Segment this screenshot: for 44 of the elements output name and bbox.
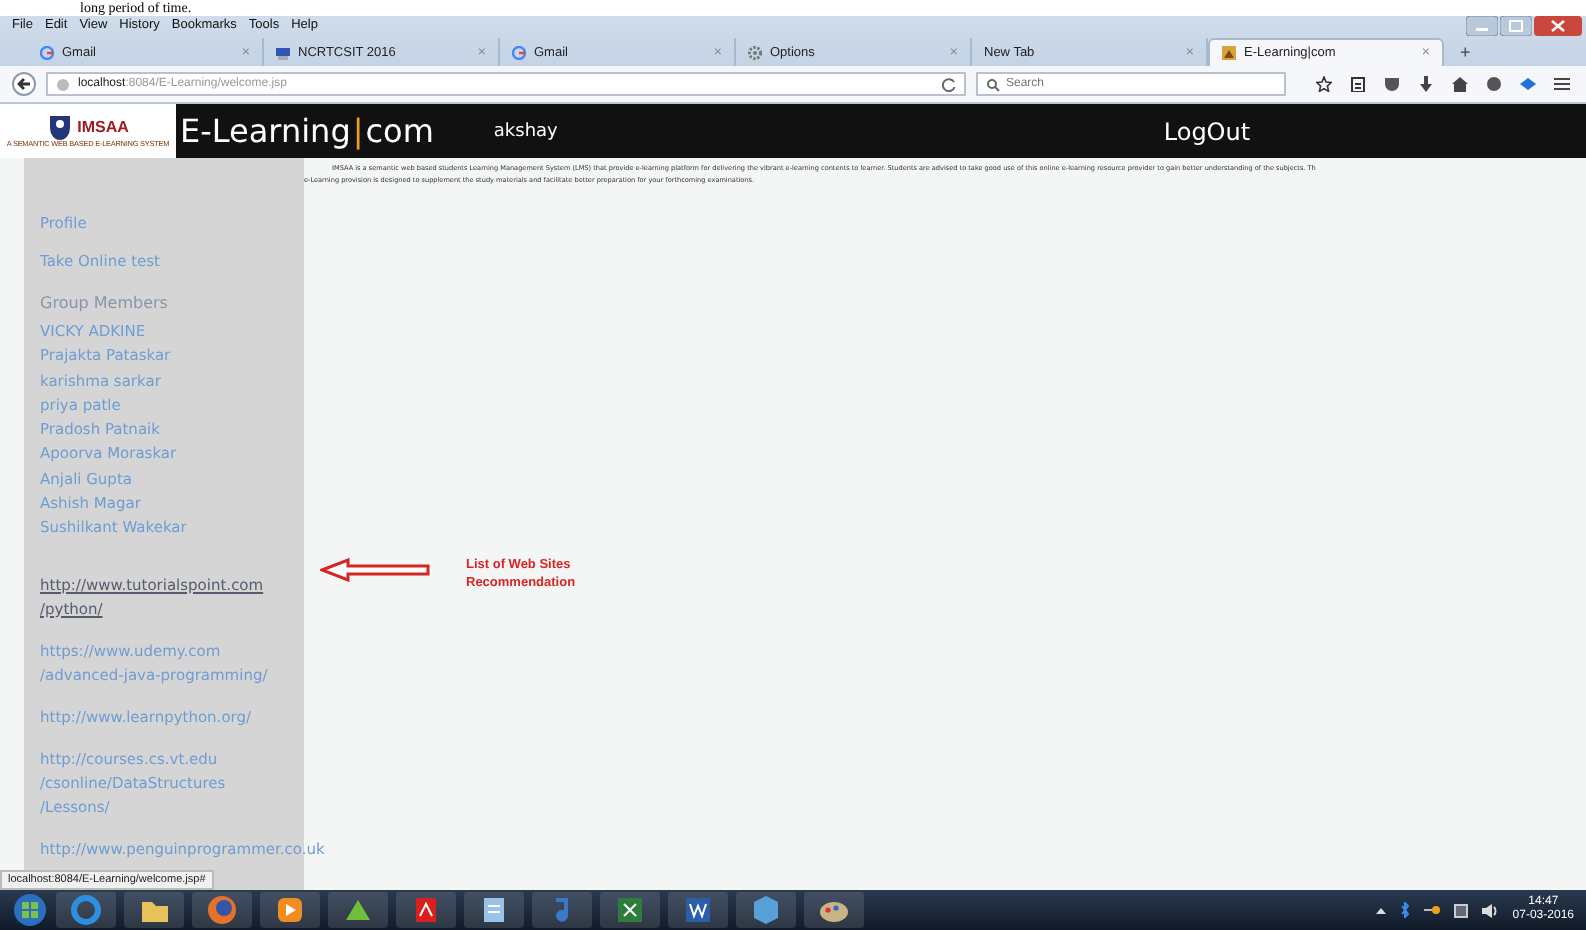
page-icon	[276, 45, 290, 59]
speaker-icon[interactable]	[1482, 903, 1499, 917]
site-title: com	[365, 112, 434, 150]
google-icon	[512, 45, 526, 59]
menu-icon[interactable]	[1554, 76, 1570, 92]
play-icon[interactable]	[260, 892, 320, 928]
power-icon[interactable]	[1424, 904, 1441, 916]
clipboard-icon[interactable]	[1350, 76, 1366, 92]
site-icon	[1222, 46, 1236, 60]
search-icon	[986, 77, 1000, 91]
close-button[interactable]	[1534, 16, 1582, 36]
download-icon[interactable]	[1418, 76, 1434, 92]
browser-icon[interactable]	[56, 892, 116, 928]
globe-icon	[56, 77, 70, 91]
minimize-button[interactable]	[1466, 16, 1498, 36]
document-icon[interactable]	[396, 892, 456, 928]
spreadsheet-icon[interactable]	[600, 892, 660, 928]
network-icon[interactable]	[1454, 903, 1469, 917]
title-separator: |	[352, 112, 364, 150]
diamond-icon[interactable]	[1520, 76, 1536, 92]
site-title: E-Learning	[180, 112, 351, 150]
folder-icon[interactable]	[124, 892, 184, 928]
new-tab-button[interactable]: +	[1460, 38, 1471, 66]
group-heading: Group Members	[40, 294, 168, 312]
logo-text: IMSAA	[77, 118, 129, 136]
gear-icon	[748, 45, 762, 59]
tray-arrow-icon[interactable]	[1376, 905, 1387, 915]
shield-icon	[47, 114, 72, 140]
logout-link[interactable]: LogOut	[1163, 117, 1251, 145]
username: akshay	[493, 121, 558, 141]
star-icon[interactable]	[1316, 76, 1332, 92]
home-icon[interactable]	[1452, 76, 1468, 92]
palette-icon[interactable]	[804, 892, 864, 928]
bluetooth-icon[interactable]	[1400, 902, 1411, 918]
reload-icon[interactable]	[942, 77, 956, 91]
back-button[interactable]	[12, 72, 36, 96]
google-icon	[40, 45, 54, 59]
cube-icon[interactable]	[736, 892, 796, 928]
start-button[interactable]	[12, 892, 48, 928]
notepad-icon[interactable]	[464, 892, 524, 928]
globe-icon[interactable]	[192, 892, 252, 928]
word-document-icon[interactable]	[668, 892, 728, 928]
maximize-button[interactable]	[1500, 16, 1532, 36]
arrow-icon	[320, 558, 432, 582]
